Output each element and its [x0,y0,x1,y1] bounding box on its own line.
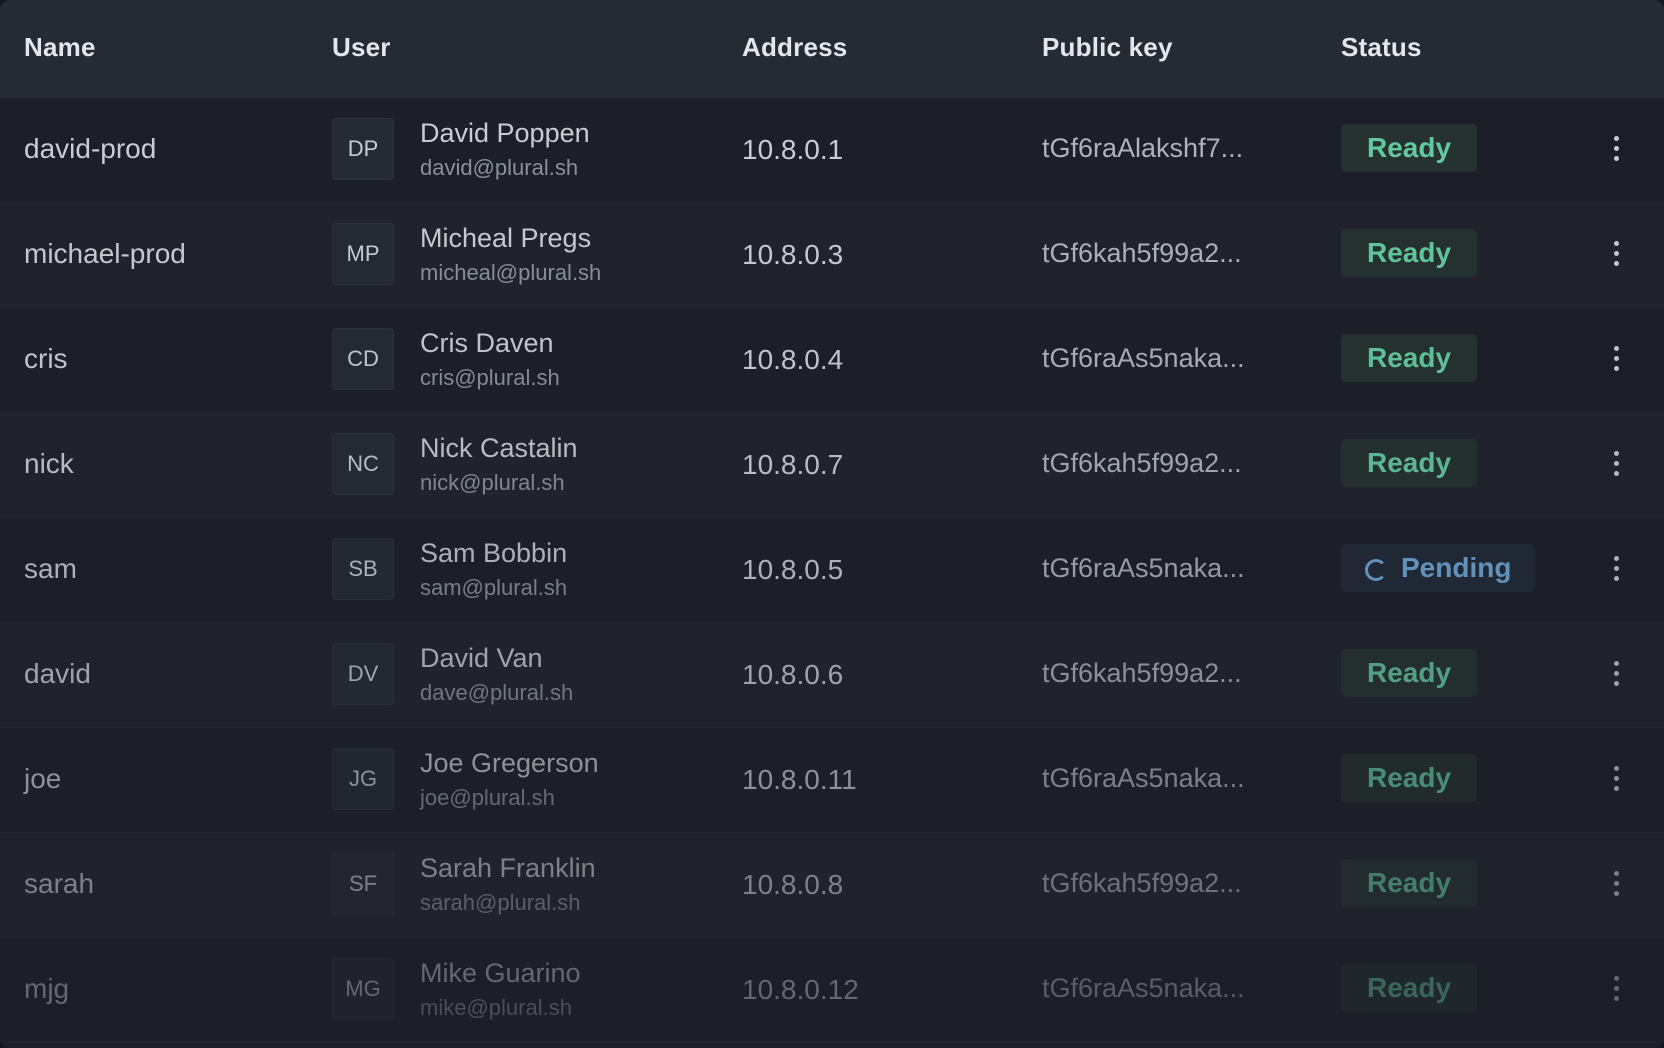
status-label: Ready [1367,342,1452,373]
more-vertical-icon[interactable] [1600,653,1632,693]
address: 10.8.0.1 [742,134,844,165]
table-row[interactable]: nick NC Nick Castalin nick@plural.sh 10.8.0.… [0,413,1664,518]
table-row[interactable]: cris CD Cris Daven cris@plural.sh 10.8.0.4 tG… [0,308,1664,413]
user-email: cris@plural.sh [420,365,560,390]
client-name: cris [24,343,68,374]
column-header-address[interactable]: Address [742,32,847,63]
avatar: NC [332,433,394,495]
status-badge: Ready [1341,334,1478,382]
address: 10.8.0.7 [742,449,844,480]
avatar: MG [332,958,394,1020]
client-name: nick [24,448,74,479]
status-badge: Ready [1341,124,1478,172]
status-label: Ready [1367,972,1452,1003]
column-header-user[interactable]: User [332,32,391,63]
address: 10.8.0.4 [742,344,844,375]
user-email: joe@plural.sh [420,785,555,810]
address: 10.8.0.6 [742,659,844,690]
user-email: nick@plural.sh [420,470,565,495]
public-key: tGf6raAs5naka... [1042,553,1245,583]
more-vertical-icon[interactable] [1600,968,1632,1008]
status-label: Ready [1367,762,1452,793]
public-key: tGf6raAs5naka... [1042,763,1245,793]
client-name: joe [24,763,62,794]
address: 10.8.0.8 [742,869,844,900]
client-name: david-prod [24,133,157,164]
column-header-public-key[interactable]: Public key [1042,32,1173,63]
avatar: MP [332,223,394,285]
table-row[interactable]: david-prod DP David Poppen david@plural.sh 1… [0,98,1664,203]
user-name: Sarah Franklin [420,853,596,883]
user-name: Joe Gregerson [420,748,599,778]
table-row[interactable]: sam SB Sam Bobbin sam@plural.sh 10.8.0.5 tGf6… [0,518,1664,623]
user-email: micheal@plural.sh [420,260,602,285]
column-header-status[interactable]: Status [1341,32,1422,63]
status-label: Ready [1367,237,1452,268]
public-key: tGf6raAs5naka... [1042,973,1245,1003]
client-name: sarah [24,868,95,899]
status-badge: Ready [1341,964,1478,1012]
client-name: david [24,658,91,689]
status-badge: Pending [1341,544,1536,592]
avatar: DV [332,643,394,705]
status-label: Ready [1367,132,1452,163]
user-email: dave@plural.sh [420,680,574,705]
public-key: tGf6raAs5naka... [1042,343,1245,373]
address: 10.8.0.12 [742,974,859,1005]
user-name: David Poppen [420,118,590,148]
more-vertical-icon[interactable] [1600,338,1632,378]
table-row[interactable]: mjg MG Mike Guarino mike@plural.sh 10.8.0.12… [0,938,1664,1043]
status-badge: Ready [1341,859,1478,907]
user-name: Sam Bobbin [420,538,568,568]
more-vertical-icon[interactable] [1600,548,1632,588]
more-vertical-icon[interactable] [1600,863,1632,903]
user-email: sam@plural.sh [420,575,568,600]
spinner-icon [1365,559,1387,581]
public-key: tGf6kah5f99a2... [1042,868,1242,898]
column-header-name[interactable]: Name [24,32,96,63]
user-name: Cris Daven [420,328,554,358]
user-email: mike@plural.sh [420,995,572,1020]
avatar: SF [332,853,394,915]
public-key: tGf6kah5f99a2... [1042,238,1242,268]
more-vertical-icon[interactable] [1600,758,1632,798]
user-name: David Van [420,643,543,673]
status-badge: Ready [1341,649,1478,697]
user-email: david@plural.sh [420,155,579,180]
table-header: Name User Address Public key Status [0,0,1664,99]
avatar: JG [332,748,394,810]
status-label: Ready [1367,447,1452,478]
address: 10.8.0.3 [742,239,844,270]
status-label: Pending [1401,552,1512,583]
status-label: Ready [1367,867,1452,898]
client-name: sam [24,553,77,584]
user-name: Nick Castalin [420,433,578,463]
more-vertical-icon[interactable] [1600,233,1632,273]
user-email: sarah@plural.sh [420,890,581,915]
status-label: Ready [1367,657,1452,688]
avatar: DP [332,118,394,180]
table-row[interactable]: sarah SF Sarah Franklin sarah@plural.sh 10.8… [0,833,1664,938]
client-name: mjg [24,973,70,1004]
avatar: CD [332,328,394,390]
public-key: tGf6kah5f99a2... [1042,448,1242,478]
client-name: michael-prod [24,238,186,269]
table-row[interactable]: michael-prod MP Micheal Pregs micheal@plura… [0,203,1664,308]
table-row[interactable]: joe JG Joe Gregerson joe@plural.sh 10.8.0.11… [0,728,1664,833]
more-vertical-icon[interactable] [1600,443,1632,483]
more-vertical-icon[interactable] [1600,128,1632,168]
table-row[interactable]: david DV David Van dave@plural.sh 10.8.0.6 tG… [0,623,1664,728]
user-name: Micheal Pregs [420,223,592,253]
vpn-clients-table: Name User Address Public key Status davi… [0,0,1664,1048]
address: 10.8.0.11 [742,764,857,795]
avatar: SB [332,538,394,600]
user-name: Mike Guarino [420,958,581,988]
table-body: david-prod DP David Poppen david@plural.sh 1… [0,98,1664,1043]
status-badge: Ready [1341,439,1478,487]
public-key: tGf6raAlakshf7... [1042,133,1244,163]
status-badge: Ready [1341,229,1478,277]
address: 10.8.0.5 [742,554,844,585]
status-badge: Ready [1341,754,1478,802]
public-key: tGf6kah5f99a2... [1042,658,1242,688]
